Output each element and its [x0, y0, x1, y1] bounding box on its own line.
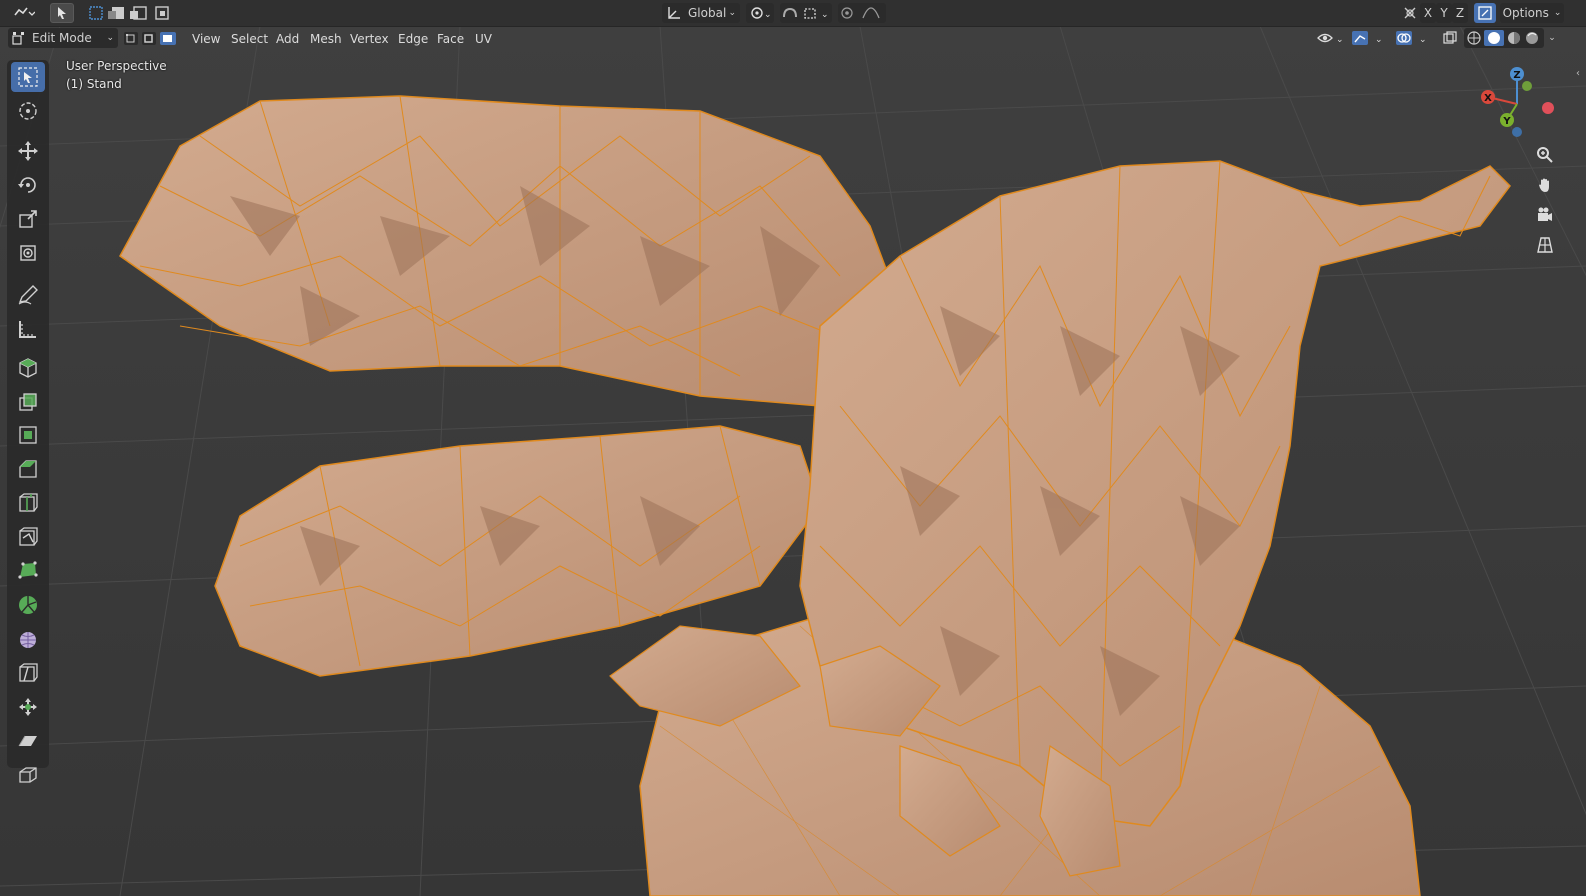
svg-text:⌄: ⌄ [764, 10, 770, 20]
transform-tool-icon[interactable] [11, 238, 45, 268]
orientation-label: Global [688, 6, 727, 20]
menu-vertex[interactable]: Vertex [350, 30, 389, 48]
edit-mode-icon [12, 32, 24, 45]
view-name: User Perspective [66, 59, 167, 73]
shading-options-chevron-icon[interactable]: ⌄ [1546, 28, 1558, 48]
gizmo-toggle-icon[interactable] [1400, 3, 1420, 23]
transform-orientation-dropdown[interactable]: Global ⌄ [662, 3, 740, 23]
mode-dropdown[interactable]: Edit Mode ⌄ [8, 28, 118, 48]
chevron-down-icon: ⌄ [728, 8, 736, 18]
mirror-y-button[interactable]: Y [1436, 3, 1452, 23]
loop-cut-icon[interactable] [11, 488, 45, 518]
object-name: (1) Stand [66, 77, 122, 91]
mirror-y-label: Y [1440, 6, 1448, 20]
edge-slide-icon[interactable] [11, 658, 45, 688]
zoom-icon[interactable] [1532, 142, 1558, 168]
shading-mode-group[interactable] [1464, 28, 1544, 48]
move-tool-icon[interactable] [11, 136, 45, 166]
menu-select[interactable]: Select [231, 30, 268, 48]
inset-tool-icon[interactable] [11, 420, 45, 450]
proportional-editing-icon[interactable] [838, 3, 886, 23]
options-dropdown[interactable]: Options ⌄ [1500, 3, 1564, 23]
svg-text:⌄: ⌄ [1336, 35, 1344, 45]
pan-hand-icon[interactable] [1532, 172, 1558, 198]
menu-face[interactable]: Face [437, 30, 464, 48]
svg-text:⌄: ⌄ [1375, 35, 1383, 45]
mirror-x-label: X [1423, 6, 1433, 20]
pivot-point-icon[interactable]: ⌄ [746, 3, 774, 23]
navigation-gizmo[interactable]: Z X Y [1472, 64, 1562, 144]
visibility-icon[interactable]: ⌄ [1314, 28, 1346, 48]
snapping-icon[interactable]: ⌄ [780, 3, 832, 23]
editor-type-icon[interactable] [8, 3, 40, 23]
menu-view[interactable]: View [192, 30, 220, 48]
measure-tool-icon[interactable] [11, 314, 45, 344]
camera-view-icon[interactable] [1532, 202, 1558, 228]
shrink-fatten-icon[interactable] [11, 692, 45, 722]
chevron-down-icon: ⌄ [106, 33, 114, 43]
cursor-tool-icon[interactable] [11, 96, 45, 126]
header-bar: Global ⌄ ⌄ ⌄ X Y Z Options ⌄ [0, 0, 1586, 27]
gizmo-x-label: X [1484, 93, 1492, 104]
xray-toggle-icon[interactable] [1440, 28, 1460, 48]
scale-tool-icon[interactable] [11, 204, 45, 234]
options-label: Options [1502, 6, 1549, 20]
bevel-tool-icon[interactable] [11, 454, 45, 484]
annotate-tool-icon[interactable] [11, 280, 45, 310]
select-box-icon[interactable] [11, 62, 45, 92]
spin-tool-icon[interactable] [11, 590, 45, 620]
gizmo-y-label: Y [1502, 116, 1511, 127]
mode-bar: Edit Mode ⌄ View Select Add Mesh Vertex … [0, 26, 1586, 51]
menu-uv[interactable]: UV [475, 30, 492, 48]
tool-shelf [7, 60, 49, 783]
selection-mode-group[interactable] [88, 3, 182, 23]
menu-mesh[interactable]: Mesh [310, 30, 342, 48]
mirror-z-label: Z [1455, 6, 1465, 20]
perspective-toggle-icon[interactable] [1532, 232, 1558, 258]
mode-label: Edit Mode [32, 31, 92, 45]
sidebar-toggle-icon[interactable]: ‹ [1576, 68, 1580, 79]
select-mode-buttons[interactable] [122, 28, 180, 48]
mirror-x-button[interactable]: X [1420, 3, 1436, 23]
rotate-tool-icon[interactable] [11, 170, 45, 200]
svg-text:⌄: ⌄ [821, 10, 829, 20]
show-gizmo-icon[interactable]: ⌄ [1350, 28, 1388, 48]
mirror-z-button[interactable]: Z [1452, 3, 1468, 23]
knife-tool-icon[interactable] [11, 522, 45, 552]
overlays-icon[interactable]: ⌄ [1394, 28, 1434, 48]
rip-tool-icon[interactable] [11, 760, 45, 790]
auto-merge-icon[interactable] [1474, 3, 1496, 23]
select-tool-icon[interactable] [50, 3, 74, 23]
gizmo-z-label: Z [1513, 70, 1520, 81]
menu-edge[interactable]: Edge [398, 30, 428, 48]
viewport-canvas [0, 26, 1586, 896]
svg-text:⌄: ⌄ [1419, 35, 1427, 45]
orientation-icon [668, 7, 680, 19]
extrude-tool-icon[interactable] [11, 386, 45, 416]
add-cube-icon[interactable] [11, 352, 45, 382]
menu-add[interactable]: Add [276, 30, 299, 48]
shear-tool-icon[interactable] [11, 726, 45, 756]
chevron-down-icon: ⌄ [1553, 8, 1562, 18]
3d-viewport[interactable]: User Perspective (1) Stand Z X Y [0, 26, 1586, 896]
smooth-tool-icon[interactable] [11, 624, 45, 654]
poly-build-icon[interactable] [11, 556, 45, 586]
